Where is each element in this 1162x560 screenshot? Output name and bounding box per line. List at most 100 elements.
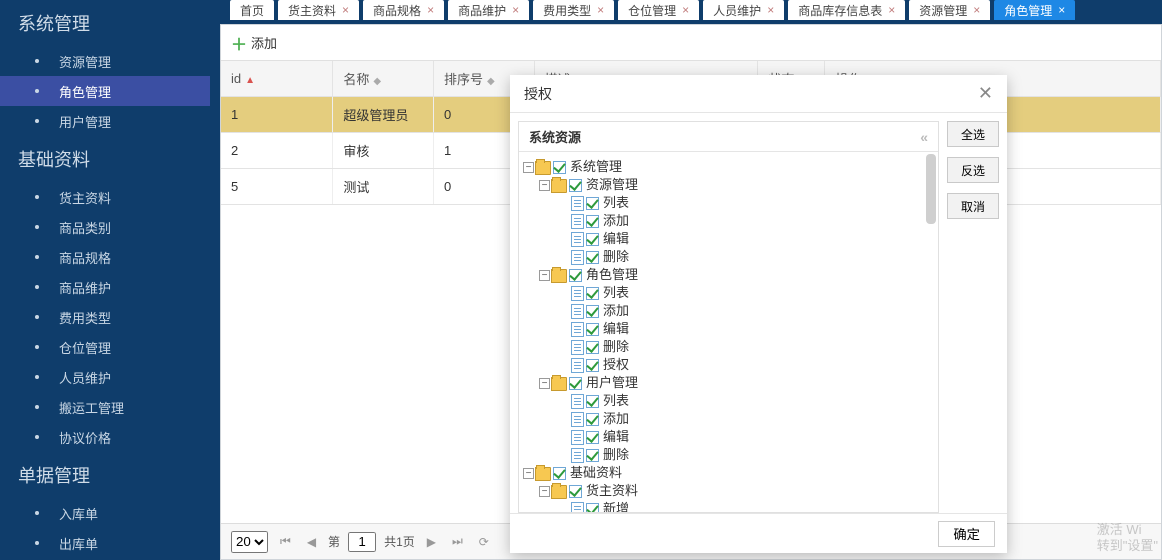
tab[interactable]: 角色管理× xyxy=(994,0,1075,20)
tab-close-icon[interactable]: × xyxy=(427,3,434,17)
sidebar-item[interactable]: 仓位管理 xyxy=(0,332,210,362)
tab-close-icon[interactable]: × xyxy=(597,3,604,17)
sidebar-item[interactable]: 人员维护 xyxy=(0,362,210,392)
checkbox[interactable] xyxy=(586,449,599,462)
checkbox[interactable] xyxy=(586,197,599,210)
pager-prev-icon[interactable]: ◀ xyxy=(303,535,320,549)
tree-node[interactable]: 编辑 xyxy=(523,320,934,338)
sidebar-section-title[interactable]: 单据管理 xyxy=(0,452,210,498)
invert-button[interactable]: 反选 xyxy=(947,157,999,183)
pager-page-input[interactable] xyxy=(348,532,376,552)
sidebar-section-title[interactable]: 基础资料 xyxy=(0,136,210,182)
checkbox[interactable] xyxy=(586,215,599,228)
tree-node[interactable]: 编辑 xyxy=(523,428,934,446)
checkbox[interactable] xyxy=(586,413,599,426)
tab[interactable]: 仓位管理× xyxy=(618,0,699,20)
tab[interactable]: 首页 xyxy=(230,0,274,20)
tree-toggle-icon[interactable]: − xyxy=(523,162,534,173)
cancel-button[interactable]: 取消 xyxy=(947,193,999,219)
pager-last-icon[interactable]: ⏭ xyxy=(448,534,467,549)
checkbox[interactable] xyxy=(586,341,599,354)
tree-node[interactable]: 添加 xyxy=(523,410,934,428)
checkbox[interactable] xyxy=(586,431,599,444)
tab[interactable]: 费用类型× xyxy=(533,0,614,20)
sort-icon[interactable]: ◆ xyxy=(373,76,381,87)
pager-next-icon[interactable]: ▶ xyxy=(423,535,440,549)
tree-node[interactable]: −系统管理 xyxy=(523,158,934,176)
column-header[interactable]: id▲ xyxy=(221,61,333,97)
tree-toggle-icon[interactable]: − xyxy=(523,468,534,479)
tab-close-icon[interactable]: × xyxy=(888,3,895,17)
sidebar-item[interactable]: 商品类别 xyxy=(0,212,210,242)
sort-icon[interactable]: ▲ xyxy=(245,75,255,86)
checkbox[interactable] xyxy=(553,161,566,174)
tree-toggle-icon[interactable]: − xyxy=(539,270,550,281)
sidebar-item[interactable]: 货主资料 xyxy=(0,182,210,212)
tree-node[interactable]: 删除 xyxy=(523,446,934,464)
tab[interactable]: 货主资料× xyxy=(278,0,359,20)
tree-toggle-icon[interactable]: − xyxy=(539,180,550,191)
sidebar-item[interactable]: 费用类型 xyxy=(0,302,210,332)
column-header[interactable]: 名称◆ xyxy=(333,61,434,97)
checkbox[interactable] xyxy=(586,305,599,318)
tree-node[interactable]: −资源管理 xyxy=(523,176,934,194)
close-icon[interactable]: ✕ xyxy=(978,83,993,104)
add-button[interactable]: ＋ 添加 xyxy=(231,31,277,55)
tab-close-icon[interactable]: × xyxy=(512,3,519,17)
tree-node[interactable]: 新增 xyxy=(523,500,934,512)
tree-node[interactable]: 添加 xyxy=(523,212,934,230)
sidebar-item[interactable]: 搬运工管理 xyxy=(0,392,210,422)
sidebar-item[interactable]: 入库单 xyxy=(0,498,210,528)
checkbox[interactable] xyxy=(586,251,599,264)
checkbox[interactable] xyxy=(569,269,582,282)
tree-toggle-icon[interactable]: − xyxy=(539,378,550,389)
checkbox[interactable] xyxy=(586,233,599,246)
tab-close-icon[interactable]: × xyxy=(973,3,980,17)
tree-node[interactable]: 列表 xyxy=(523,392,934,410)
sidebar-item[interactable]: 资源管理 xyxy=(0,46,210,76)
sidebar-item[interactable]: 商品规格 xyxy=(0,242,210,272)
checkbox[interactable] xyxy=(569,485,582,498)
sidebar-item[interactable]: 协议价格 xyxy=(0,422,210,452)
checkbox[interactable] xyxy=(586,287,599,300)
tree-toggle-icon[interactable]: − xyxy=(539,486,550,497)
tab-close-icon[interactable]: × xyxy=(342,3,349,17)
tree-node[interactable]: −货主资料 xyxy=(523,482,934,500)
checkbox[interactable] xyxy=(586,395,599,408)
checkbox[interactable] xyxy=(586,503,599,512)
select-all-button[interactable]: 全选 xyxy=(947,121,999,147)
tree-node[interactable]: 编辑 xyxy=(523,230,934,248)
tree-node[interactable]: 删除 xyxy=(523,248,934,266)
tab-close-icon[interactable]: × xyxy=(767,3,774,17)
collapse-icon[interactable]: « xyxy=(920,129,928,145)
tree-node[interactable]: −角色管理 xyxy=(523,266,934,284)
scrollbar-thumb[interactable] xyxy=(926,154,936,224)
checkbox[interactable] xyxy=(586,359,599,372)
sort-icon[interactable]: ◆ xyxy=(487,76,495,87)
tree-node[interactable]: −基础资料 xyxy=(523,464,934,482)
tab[interactable]: 商品库存信息表× xyxy=(788,0,905,20)
tree-node[interactable]: 列表 xyxy=(523,194,934,212)
tree-node[interactable]: 添加 xyxy=(523,302,934,320)
pager-refresh-icon[interactable]: ⟳ xyxy=(475,535,493,549)
tree-node[interactable]: −用户管理 xyxy=(523,374,934,392)
checkbox[interactable] xyxy=(586,323,599,336)
tree-node[interactable]: 列表 xyxy=(523,284,934,302)
tab[interactable]: 人员维护× xyxy=(703,0,784,20)
checkbox[interactable] xyxy=(569,179,582,192)
confirm-button[interactable]: 确定 xyxy=(938,521,995,547)
sidebar-item[interactable]: 角色管理 xyxy=(0,76,210,106)
pager-first-icon[interactable]: ⏮ xyxy=(276,534,295,549)
tree-node[interactable]: 删除 xyxy=(523,338,934,356)
page-size-select[interactable]: 20 xyxy=(231,531,268,553)
checkbox[interactable] xyxy=(553,467,566,480)
tab[interactable]: 商品规格× xyxy=(363,0,444,20)
sidebar-item[interactable]: 出库单 xyxy=(0,528,210,558)
tab[interactable]: 资源管理× xyxy=(909,0,990,20)
checkbox[interactable] xyxy=(569,377,582,390)
tree-node[interactable]: 授权 xyxy=(523,356,934,374)
tab-close-icon[interactable]: × xyxy=(1058,3,1065,17)
tree-scroll[interactable]: −系统管理−资源管理列表添加编辑删除−角色管理列表添加编辑删除授权−用户管理列表… xyxy=(519,152,938,512)
sidebar-section-title[interactable]: 系统管理 xyxy=(0,0,210,46)
tab-close-icon[interactable]: × xyxy=(682,3,689,17)
